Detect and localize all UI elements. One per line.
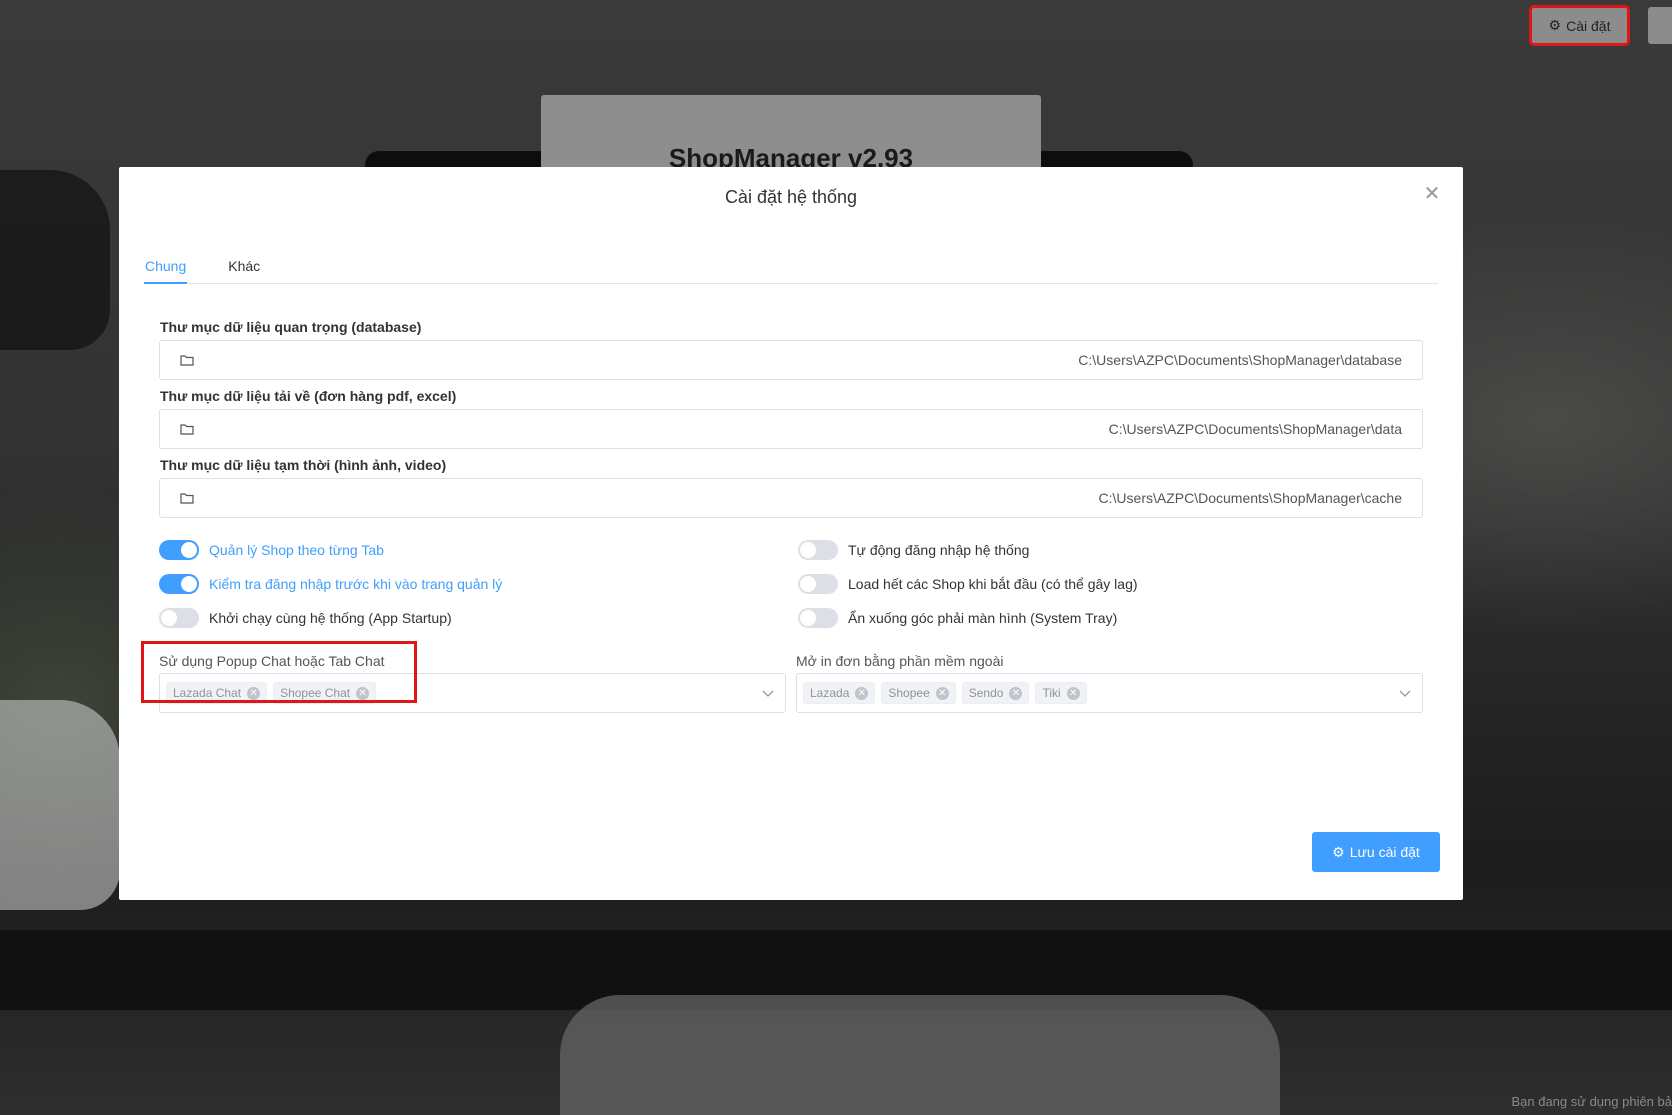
toggle-row-system-tray: Ẩn xuống góc phải màn hình (System Tray): [798, 608, 1117, 628]
toggle-row-auto-login: Tự động đăng nhập hệ thống: [798, 540, 1029, 560]
print-select[interactable]: Lazada ✕ Shopee ✕ Sendo ✕ Tiki ✕: [796, 673, 1423, 713]
folder-icon: [180, 493, 194, 504]
system-tray-label: Ẩn xuống góc phải màn hình (System Tray): [848, 610, 1118, 626]
auto-login-label: Tự động đăng nhập hệ thống: [848, 542, 1030, 558]
settings-button[interactable]: ⚙ Cài đặt: [1529, 5, 1630, 46]
tag-lazada: Lazada ✕: [803, 682, 876, 704]
database-path-label: Thư mục dữ liệu quan trọng (database): [160, 319, 422, 335]
system-tray-switch[interactable]: [798, 608, 838, 628]
background-app-card: ShopManager v2.93: [541, 95, 1041, 175]
tag-sendo: Sendo ✕: [961, 682, 1030, 704]
folder-icon: [180, 355, 194, 366]
toggle-row-login-check: Kiểm tra đăng nhập trước khi vào trang q…: [159, 574, 502, 594]
cache-path-label: Thư mục dữ liệu tạm thời (hình ảnh, vide…: [160, 457, 447, 473]
tab-general[interactable]: Chung: [144, 250, 188, 284]
modal-title: Cài đặt hệ thống: [724, 187, 858, 207]
close-icon[interactable]: ✕: [1066, 686, 1080, 700]
auto-login-switch[interactable]: [798, 540, 838, 560]
download-path-input[interactable]: C:\Users\AZPC\Documents\ShopManager\data: [159, 409, 1423, 449]
close-icon[interactable]: ✕: [935, 686, 949, 700]
close-icon[interactable]: ✕: [1423, 184, 1441, 204]
background-chair: [560, 995, 1280, 1115]
tab-other[interactable]: Khác: [227, 250, 261, 284]
load-all-switch[interactable]: [798, 574, 838, 594]
close-icon[interactable]: ✕: [247, 686, 261, 700]
cache-path-value: C:\Users\AZPC\Documents\ShopManager\cach…: [1098, 490, 1402, 506]
tag-shopee-chat: Shopee Chat ✕: [273, 682, 377, 704]
save-settings-button[interactable]: ⚙ Lưu cài đặt: [1312, 832, 1440, 872]
database-path-value: C:\Users\AZPC\Documents\ShopManager\data…: [1078, 352, 1402, 368]
background-lamp: [0, 170, 110, 350]
startup-label: Khởi chạy cùng hệ thống (App Startup): [209, 610, 452, 626]
tag-shopee: Shopee ✕: [881, 682, 956, 704]
download-path-label: Thư mục dữ liệu tải về (đơn hàng pdf, ex…: [160, 388, 457, 404]
tag-label: Sendo: [968, 686, 1004, 700]
download-path-value: C:\Users\AZPC\Documents\ShopManager\data: [1108, 421, 1402, 437]
close-icon[interactable]: ✕: [1009, 686, 1023, 700]
tag-label: Shopee Chat: [280, 686, 351, 700]
load-all-label: Load hết các Shop khi bắt đầu (có thể gâ…: [848, 576, 1138, 592]
app-title: ShopManager v2.93: [668, 143, 914, 173]
chevron-down-icon[interactable]: [761, 686, 775, 700]
settings-modal: Cài đặt hệ thống ✕ Chung Khác Thư mục dữ…: [119, 167, 1463, 900]
tag-label: Lazada: [810, 686, 850, 700]
print-select-label: Mở in đơn bằng phần mềm ngoài: [796, 653, 1004, 669]
chevron-down-icon[interactable]: [1398, 686, 1412, 700]
database-path-input[interactable]: C:\Users\AZPC\Documents\ShopManager\data…: [159, 340, 1423, 380]
tag-label: Shopee: [888, 686, 930, 700]
tab-manage-label: Quản lý Shop theo từng Tab: [209, 542, 384, 558]
chat-select-label: Sử dụng Popup Chat hoặc Tab Chat: [159, 653, 385, 669]
version-footer: Bạn đang sử dụng phiên bả: [1511, 1094, 1672, 1109]
close-icon[interactable]: ✕: [356, 686, 370, 700]
tab-bar: Chung Khác: [144, 250, 1438, 284]
tag-tiki: Tiki ✕: [1035, 682, 1087, 704]
gear-icon: ⚙: [1548, 17, 1562, 33]
tag-lazada-chat: Lazada Chat ✕: [166, 682, 268, 704]
startup-switch[interactable]: [159, 608, 199, 628]
chat-select[interactable]: Lazada Chat ✕ Shopee Chat ✕: [159, 673, 786, 713]
tab-manage-switch[interactable]: [159, 540, 199, 560]
background-vase: [0, 700, 120, 910]
folder-icon: [180, 424, 194, 435]
toggle-row-tab-manage: Quản lý Shop theo từng Tab: [159, 540, 384, 560]
gear-icon: ⚙: [1332, 843, 1345, 860]
tag-label: Tiki: [1042, 686, 1061, 700]
settings-button-label: Cài đặt: [1566, 17, 1611, 34]
cache-path-input[interactable]: C:\Users\AZPC\Documents\ShopManager\cach…: [159, 478, 1423, 518]
close-icon[interactable]: ✕: [855, 686, 869, 700]
toggle-row-load-all: Load hết các Shop khi bắt đầu (có thể gâ…: [798, 574, 1138, 594]
login-check-label: Kiểm tra đăng nhập trước khi vào trang q…: [209, 576, 503, 592]
tag-label: Lazada Chat: [173, 686, 242, 700]
top-other-button[interactable]: [1648, 7, 1672, 44]
save-settings-label: Lưu cài đặt: [1349, 844, 1420, 860]
login-check-switch[interactable]: [159, 574, 199, 594]
toggle-row-startup: Khởi chạy cùng hệ thống (App Startup): [159, 608, 452, 628]
